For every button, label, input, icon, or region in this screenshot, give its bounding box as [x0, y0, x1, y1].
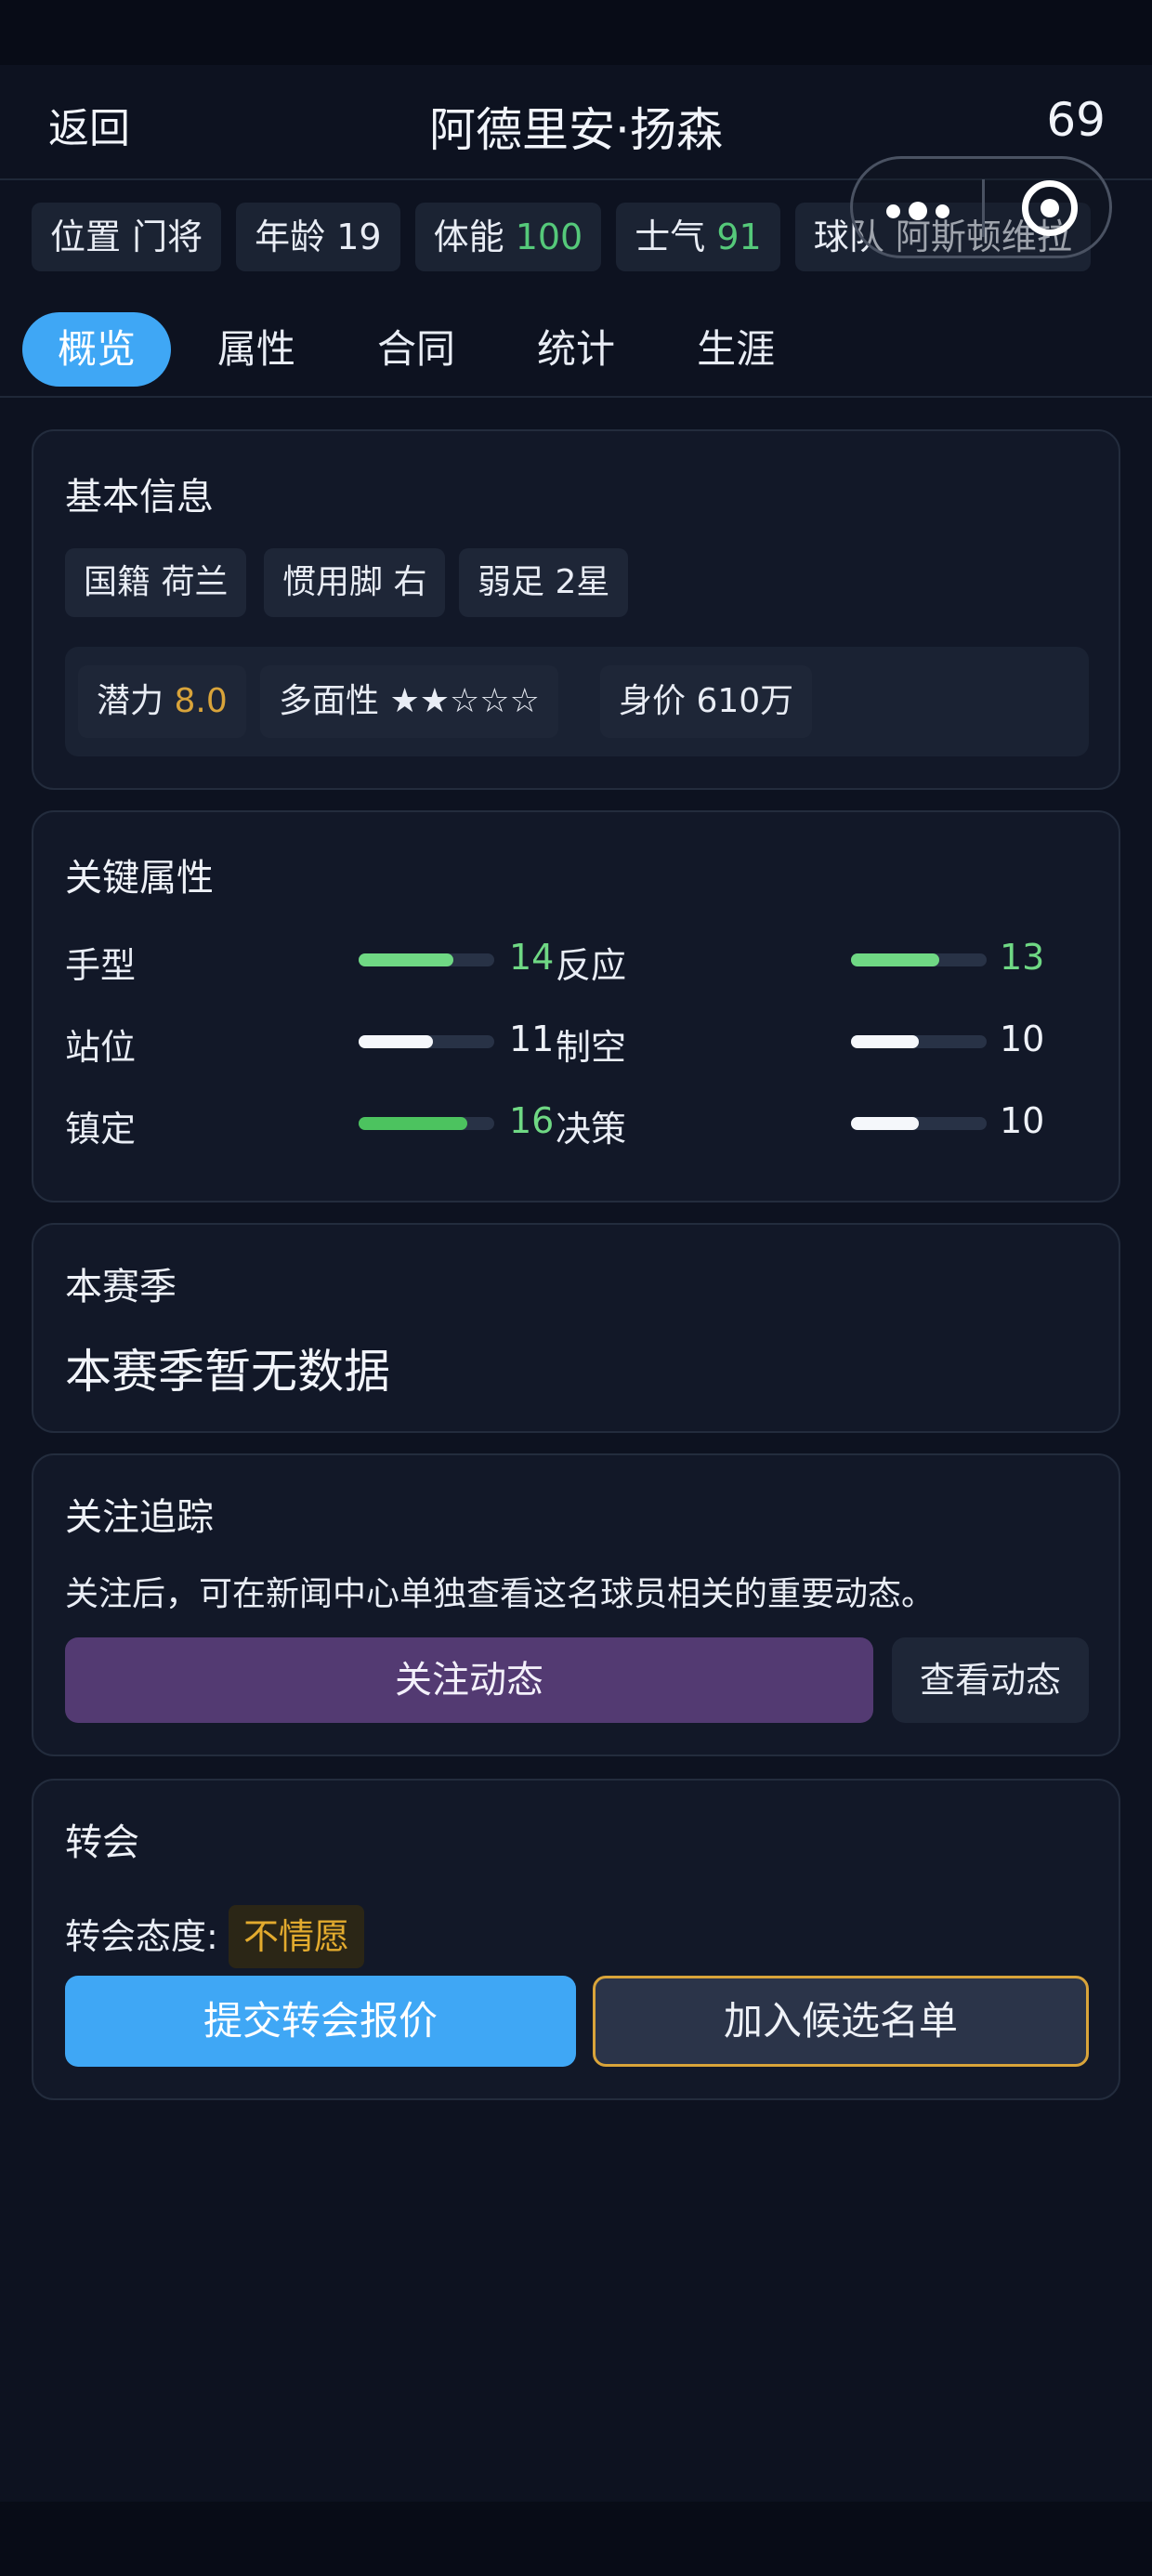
chip-morale: 士气 91 — [616, 203, 780, 271]
chip-value: 91 — [716, 217, 762, 257]
season-empty-text: 本赛季暂无数据 — [65, 1345, 390, 1399]
card-title: 转会 — [65, 1821, 139, 1864]
miniprogram-capsule — [850, 156, 1112, 258]
attr-bar — [851, 1117, 987, 1130]
attr-value: 11 — [509, 1019, 555, 1059]
attr-name: 镇定 — [65, 1109, 137, 1150]
tag-nationality: 国籍 荷兰 — [65, 548, 247, 617]
attr-bar-fill — [359, 1035, 434, 1048]
tab-overview[interactable]: 概览 — [22, 312, 172, 387]
season-card: 本赛季 本赛季暂无数据 — [32, 1223, 1120, 1433]
attr-bar-fill — [851, 953, 939, 966]
basic-info-card: 基本信息 国籍 荷兰 惯用脚 右 弱足 2星 潜力 8.0 多面性 ★★☆☆☆ … — [32, 429, 1120, 790]
submit-offer-button[interactable]: 提交转会报价 — [65, 1976, 576, 2067]
attr-name: 手型 — [65, 945, 137, 986]
add-to-shortlist-button[interactable]: 加入候选名单 — [593, 1976, 1089, 2067]
card-title: 基本信息 — [65, 476, 214, 519]
attr-bar — [359, 1117, 494, 1130]
tab-divider — [0, 396, 1152, 398]
chip-value: 19 — [336, 217, 382, 257]
chip-stamina: 体能 100 — [414, 203, 602, 271]
tag-label: 潜力 — [97, 682, 164, 720]
attr-value: 16 — [509, 1100, 555, 1141]
attr-bar — [851, 953, 987, 966]
attr-value: 10 — [1000, 1019, 1045, 1059]
attr-bar-fill — [851, 1117, 919, 1130]
attr-bar-fill — [359, 953, 454, 966]
tab-statistics[interactable]: 统计 — [502, 312, 650, 387]
tag-weak-foot: 弱足 2星 — [459, 548, 629, 617]
tab-career[interactable]: 生涯 — [661, 312, 810, 387]
chip-position: 位置 门将 — [32, 203, 222, 271]
attr-value: 13 — [1000, 937, 1045, 978]
tab-attributes[interactable]: 属性 — [182, 312, 331, 387]
chip-value: 门将 — [132, 217, 203, 257]
tag-label: 惯用脚 — [282, 563, 384, 601]
key-attributes-card: 关键属性 手型 14 反应 13 站位 11 制空 10 镇定 16 决策 10 — [32, 810, 1120, 1203]
tag-potential: 潜力 8.0 — [78, 665, 246, 738]
chip-label: 位置 — [50, 217, 122, 257]
capsule-divider — [982, 179, 985, 237]
card-title: 关键属性 — [65, 857, 214, 900]
tag-label: 多面性 — [279, 682, 380, 720]
view-news-button[interactable]: 查看动态 — [892, 1637, 1089, 1723]
tag-label: 国籍 — [84, 563, 151, 601]
bottom-bar — [0, 2502, 1152, 2576]
tag-value: 8.0 — [174, 682, 228, 720]
attr-name: 决策 — [556, 1109, 627, 1150]
transfer-attitude-badge: 不情愿 — [229, 1905, 365, 1968]
tag-value: 610万 — [696, 682, 794, 720]
player-name-title: 阿德里安·扬森 — [429, 103, 723, 157]
close-target-icon[interactable] — [1022, 180, 1078, 236]
more-icon[interactable] — [886, 202, 949, 220]
attr-bar-fill — [359, 1117, 467, 1130]
player-rating: 69 — [1046, 93, 1106, 147]
transfer-card: 转会 转会态度: 不情愿 提交转会报价 加入候选名单 — [32, 1779, 1120, 2100]
chip-label: 年龄 — [255, 217, 326, 257]
tag-market-value: 身价 610万 — [600, 665, 813, 738]
attr-bar — [359, 953, 494, 966]
transfer-attitude-label: 转会态度: — [65, 1916, 218, 1957]
tag-value: 2星 — [555, 563, 610, 601]
chip-age: 年龄 19 — [236, 203, 400, 271]
status-bar — [0, 0, 1152, 65]
extra-info-box: 潜力 8.0 多面性 ★★☆☆☆ 身价 610万 — [65, 647, 1089, 756]
tag-preferred-foot: 惯用脚 右 — [264, 548, 446, 617]
attr-bar — [359, 1035, 494, 1048]
attr-name: 反应 — [556, 945, 627, 986]
tag-versatility: 多面性 ★★☆☆☆ — [260, 665, 558, 738]
card-title: 关注追踪 — [65, 1496, 214, 1539]
follow-button[interactable]: 关注动态 — [65, 1637, 873, 1723]
chip-value: 100 — [515, 217, 583, 257]
follow-description: 关注后，可在新闻中心单独查看这名球员相关的重要动态。 — [65, 1575, 936, 1613]
attr-bar-fill — [851, 1035, 919, 1048]
tab-contract[interactable]: 合同 — [342, 312, 491, 387]
tag-value: 荷兰 — [161, 563, 229, 601]
attr-bar — [851, 1035, 987, 1048]
card-title: 本赛季 — [65, 1266, 177, 1308]
attr-value: 14 — [509, 937, 555, 978]
tag-label: 弱足 — [478, 563, 545, 601]
star-rating: ★★☆☆☆ — [389, 682, 540, 720]
attr-name: 站位 — [65, 1027, 137, 1068]
chip-label: 体能 — [433, 217, 504, 257]
tab-bar: 概览 属性 合同 统计 生涯 — [22, 312, 821, 387]
follow-card: 关注追踪 关注后，可在新闻中心单独查看这名球员相关的重要动态。 关注动态 查看动… — [32, 1453, 1120, 1756]
tag-label: 身价 — [619, 682, 687, 720]
attr-value: 10 — [1000, 1100, 1045, 1141]
attr-name: 制空 — [556, 1027, 627, 1068]
chip-label: 士气 — [635, 217, 706, 257]
tag-value: 右 — [393, 563, 427, 601]
